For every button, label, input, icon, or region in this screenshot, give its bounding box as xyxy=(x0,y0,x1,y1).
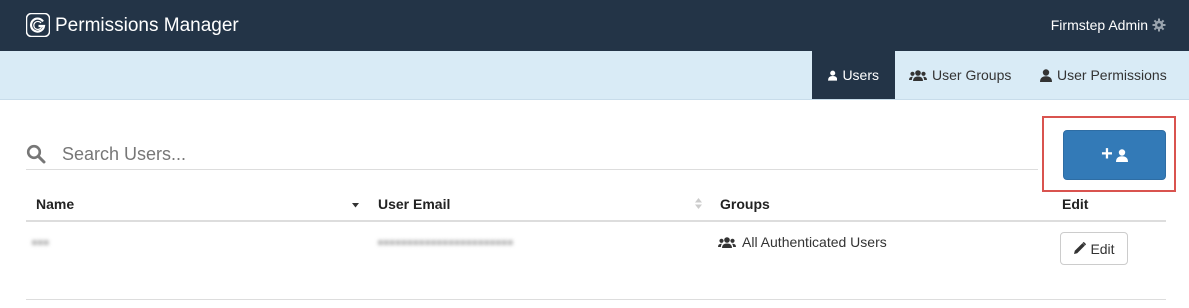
column-header-email[interactable]: User Email xyxy=(378,196,450,212)
user-menu[interactable]: Firmstep Admin xyxy=(1051,17,1166,33)
column-header-edit: Edit xyxy=(1062,196,1089,212)
app-title: Permissions Manager xyxy=(55,15,239,36)
sort-icon[interactable] xyxy=(695,198,702,209)
tab-users-label: Users xyxy=(842,67,879,83)
table-row: ••• ••••••••••••••••••••••• All Authenti… xyxy=(26,222,1166,300)
user-icon xyxy=(828,70,838,81)
top-bar: Permissions Manager Firmstep Admin xyxy=(0,0,1189,51)
user-icon xyxy=(1115,148,1128,162)
tab-user-permissions[interactable]: User Permissions xyxy=(1040,51,1167,99)
sort-desc-icon[interactable] xyxy=(352,203,359,208)
table-header: Name User Email Groups Edit xyxy=(26,190,1166,222)
users-table: Name User Email Groups Edit ••• ••••••••… xyxy=(26,190,1166,300)
search-input[interactable] xyxy=(62,140,1022,168)
pencil-icon xyxy=(1074,242,1087,254)
group-label: All Authenticated Users xyxy=(742,234,887,250)
search-icon xyxy=(26,144,46,164)
tab-user-groups-label: User Groups xyxy=(932,67,1012,83)
tab-user-permissions-label: User Permissions xyxy=(1057,67,1167,83)
user-name-cell: ••• xyxy=(32,234,50,250)
plus-icon: + xyxy=(1101,143,1113,165)
column-header-groups: Groups xyxy=(720,196,770,212)
user-icon xyxy=(1040,68,1052,82)
users-icon xyxy=(909,69,927,81)
tab-users[interactable]: Users xyxy=(812,51,895,99)
firmstep-logo-icon xyxy=(26,13,50,37)
user-name: Firmstep Admin xyxy=(1050,17,1148,33)
add-user-button[interactable]: + xyxy=(1063,130,1166,180)
edit-button-label: Edit xyxy=(1090,240,1115,257)
user-email-cell: ••••••••••••••••••••••• xyxy=(378,234,514,250)
users-icon xyxy=(718,236,736,248)
nav-bar: Users User Groups User Permissions xyxy=(0,51,1189,100)
edit-button[interactable]: Edit xyxy=(1060,232,1128,265)
column-header-name[interactable]: Name xyxy=(36,196,74,212)
gear-icon xyxy=(1152,18,1166,32)
search-bar xyxy=(26,140,1038,170)
user-groups-cell: All Authenticated Users xyxy=(718,234,887,250)
tab-user-groups[interactable]: User Groups xyxy=(909,51,1011,99)
